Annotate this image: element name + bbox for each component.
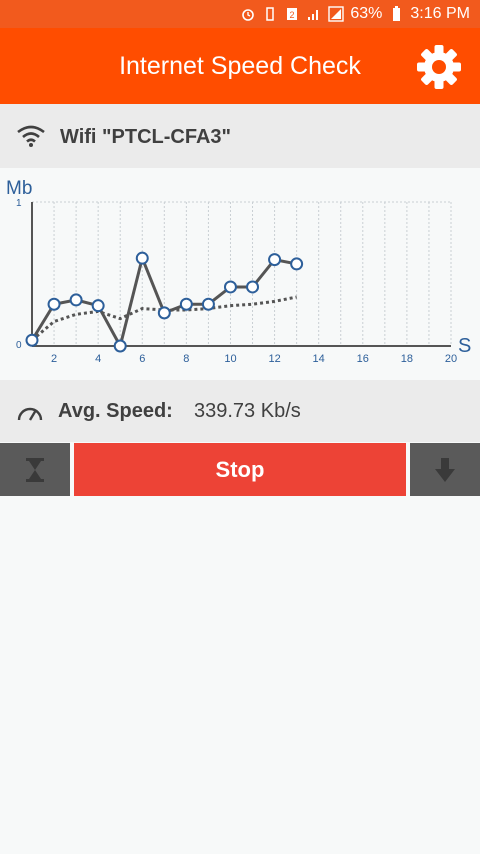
gear-icon[interactable] bbox=[416, 44, 462, 90]
arrow-down-icon bbox=[435, 458, 455, 482]
data-point bbox=[25, 333, 39, 347]
x-tick-label: 12 bbox=[268, 353, 280, 365]
network-name: Wifi "PTCL-CFA3" bbox=[60, 126, 231, 148]
x-tick-label: 8 bbox=[183, 353, 189, 365]
x-tick-label: 2 bbox=[51, 353, 57, 365]
x-tick-label: 10 bbox=[224, 353, 236, 365]
signal-icon-2 bbox=[328, 6, 345, 22]
speed-chart-svg: Mb S 1 0 2 4 6 8 10 12 14 16 18 20 bbox=[6, 178, 471, 365]
wifi-icon bbox=[17, 125, 45, 147]
speedometer-icon bbox=[17, 407, 43, 421]
vibrate-icon bbox=[266, 7, 275, 21]
data-point bbox=[290, 257, 304, 271]
data-point bbox=[157, 306, 171, 320]
data-point bbox=[268, 253, 282, 267]
avg-speed-bar: Avg. Speed: 339.73 Kb/s bbox=[0, 380, 480, 442]
svg-text:2: 2 bbox=[290, 10, 295, 20]
signal-icon bbox=[308, 10, 319, 20]
sim-icon: 2 bbox=[287, 8, 298, 20]
data-point bbox=[91, 299, 105, 313]
battery-icon bbox=[393, 6, 401, 21]
data-point bbox=[179, 297, 193, 311]
data-point bbox=[223, 280, 237, 294]
hourglass-icon bbox=[26, 458, 44, 482]
alarm-icon bbox=[242, 9, 255, 21]
avg-speed-label: Avg. Speed: bbox=[58, 400, 173, 422]
x-tick-label: 14 bbox=[313, 353, 325, 365]
data-point bbox=[69, 293, 83, 307]
y-axis-label: Mb bbox=[6, 178, 32, 199]
x-tick-label: 20 bbox=[445, 353, 457, 365]
battery-percent: 63% bbox=[350, 5, 383, 22]
x-tick-label: 16 bbox=[357, 353, 369, 365]
y-tick-label-1: 1 bbox=[16, 198, 22, 209]
speed-chart: Mb S 1 0 2 4 6 8 10 12 14 16 18 20 bbox=[0, 168, 480, 380]
data-point bbox=[113, 339, 127, 353]
data-point bbox=[201, 297, 215, 311]
clock: 3:16 PM bbox=[410, 5, 470, 22]
app-bar: Internet Speed Check bbox=[0, 28, 480, 104]
x-tick-label: 18 bbox=[401, 353, 413, 365]
data-point bbox=[135, 251, 149, 265]
y-tick-label-0: 0 bbox=[16, 340, 22, 351]
timer-button[interactable] bbox=[0, 443, 70, 496]
avg-speed-value: 339.73 Kb/s bbox=[194, 400, 301, 422]
x-tick-label: 6 bbox=[139, 353, 145, 365]
status-icons: 2 63% 3:16 PM bbox=[240, 4, 470, 24]
status-bar: 2 63% 3:16 PM bbox=[0, 0, 480, 28]
app-title: Internet Speed Check bbox=[119, 52, 361, 80]
x-tick-label: 4 bbox=[95, 353, 101, 365]
data-point bbox=[47, 297, 61, 311]
data-point bbox=[246, 280, 260, 294]
chart-grid bbox=[32, 201, 452, 346]
stop-button[interactable]: Stop bbox=[74, 443, 406, 496]
x-axis-label: S bbox=[458, 335, 471, 357]
x-tick-labels: 2 4 6 8 10 12 14 16 18 20 bbox=[51, 353, 457, 365]
download-button[interactable] bbox=[410, 443, 480, 496]
network-bar: Wifi "PTCL-CFA3" bbox=[0, 104, 480, 168]
